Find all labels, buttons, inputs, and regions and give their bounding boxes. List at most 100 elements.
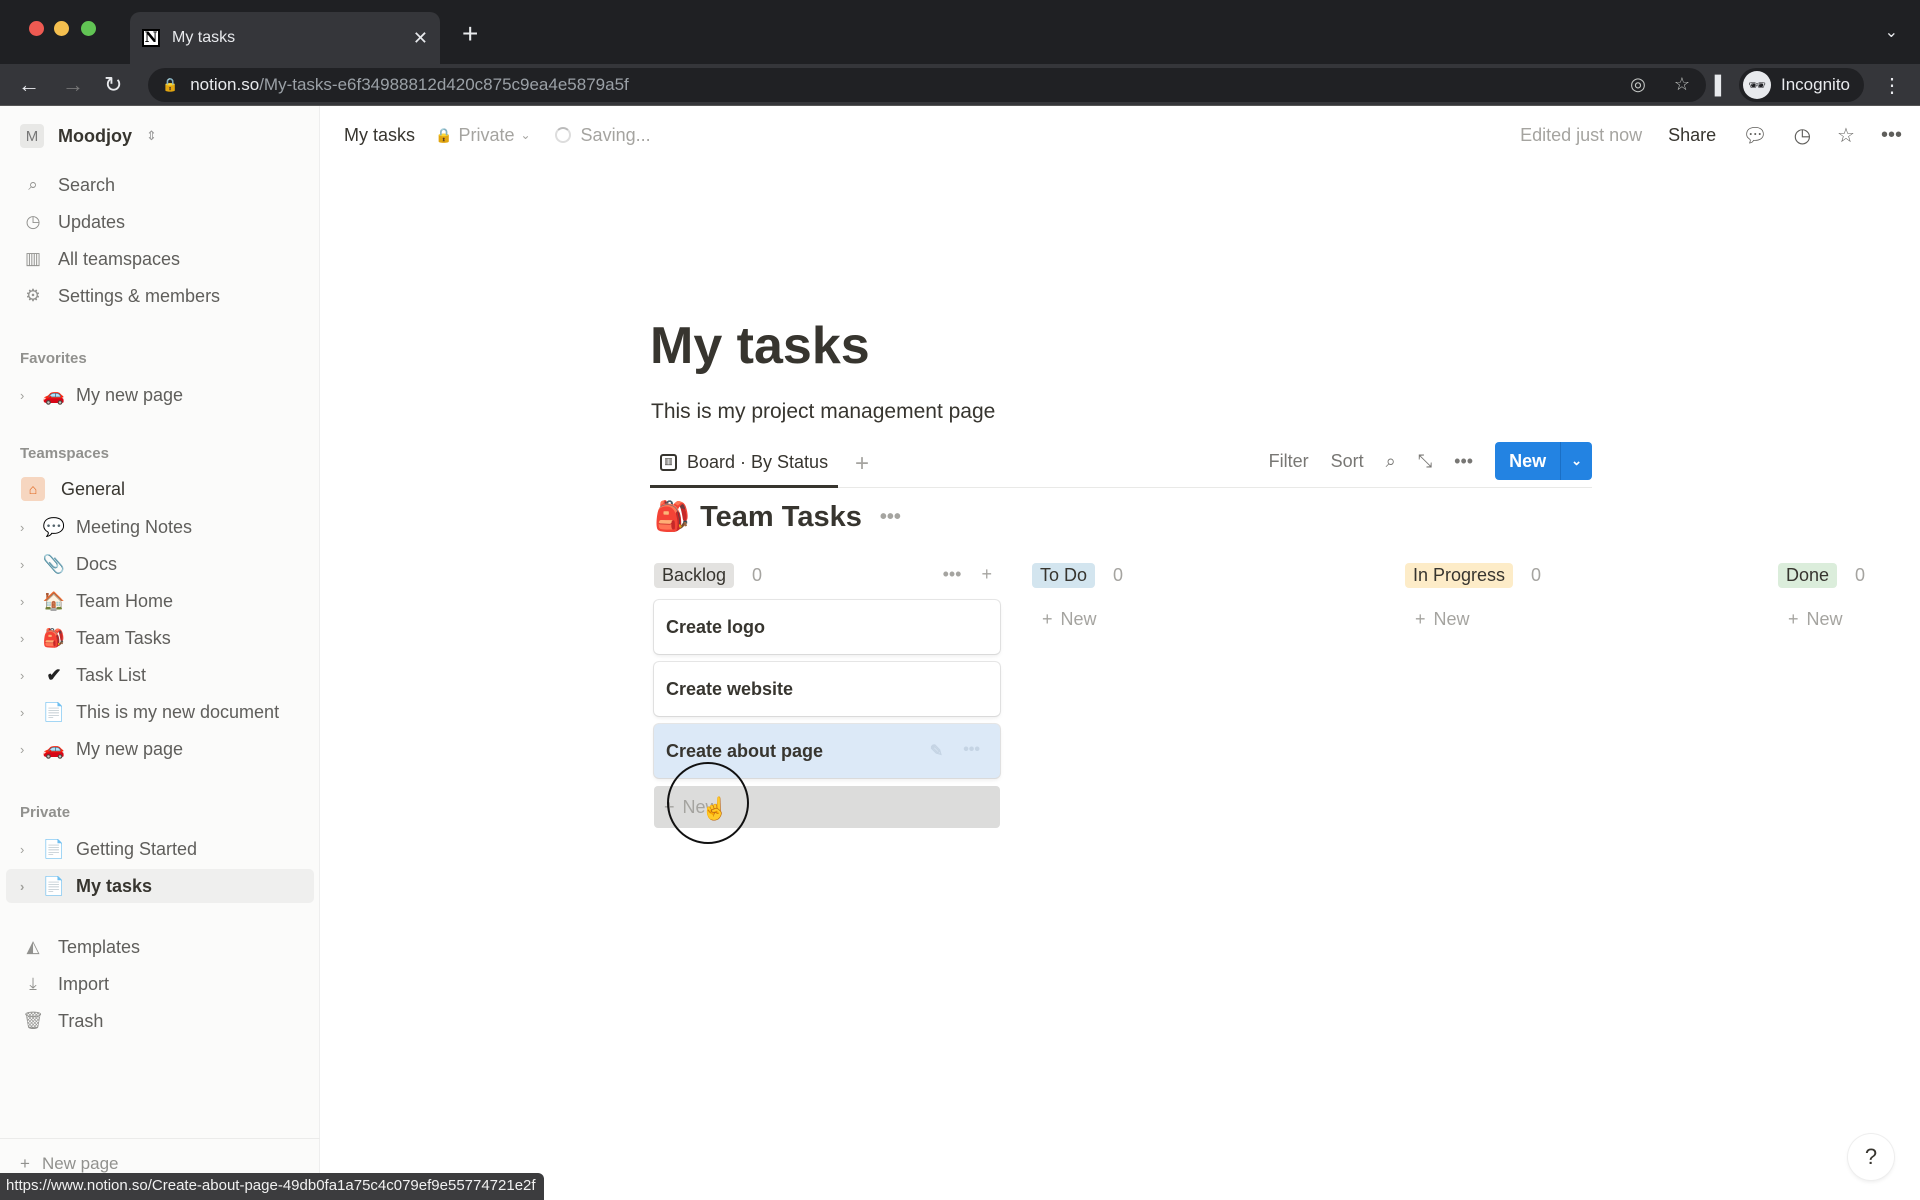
sidebar-teamspace-general[interactable]: ⌂ General bbox=[6, 472, 314, 506]
chevron-right-icon[interactable]: › bbox=[20, 631, 36, 646]
board-card[interactable]: Create website bbox=[654, 662, 1000, 716]
workspace-switcher[interactable]: M Moodjoy ⇕ bbox=[20, 124, 157, 148]
favorite-star-icon[interactable]: ☆ bbox=[1837, 123, 1855, 148]
database-more-icon[interactable]: ••• bbox=[880, 506, 901, 529]
sidebar-favorite-my-new-page[interactable]: › 🚗 My new page bbox=[6, 378, 314, 412]
clock-icon[interactable]: ◷ bbox=[1794, 123, 1811, 148]
sidebar-item-label: My new page bbox=[76, 384, 184, 405]
add-card-plus-icon[interactable]: + bbox=[981, 564, 992, 585]
new-card-button[interactable]: + New bbox=[1032, 598, 1378, 640]
board-card[interactable]: Create about page ✎ ••• bbox=[654, 724, 1000, 778]
sidebar-item-my-new-page[interactable]: › 🚗 My new page bbox=[6, 732, 314, 766]
chevron-right-icon[interactable]: › bbox=[20, 705, 36, 720]
minimize-window-button[interactable] bbox=[54, 21, 69, 36]
new-button[interactable]: New bbox=[1495, 442, 1560, 480]
more-options-icon[interactable]: ••• bbox=[1454, 451, 1473, 472]
sidebar-item-import[interactable]: ⤓ Import bbox=[6, 967, 314, 1001]
status-badge[interactable]: Backlog bbox=[654, 562, 735, 588]
sidebar-item-label: Team Tasks bbox=[76, 627, 171, 648]
card-more-icon[interactable]: ••• bbox=[963, 741, 980, 761]
chevron-right-icon[interactable]: › bbox=[20, 557, 36, 572]
side-panel-icon[interactable]: ▐ bbox=[1708, 75, 1721, 96]
status-badge[interactable]: Done bbox=[1778, 562, 1838, 588]
browser-tab[interactable]: N My tasks ✕ bbox=[130, 12, 440, 64]
chevron-right-icon[interactable]: › bbox=[20, 668, 36, 683]
incognito-icon: 🕶 bbox=[1743, 71, 1771, 99]
sidebar-item-trash[interactable]: 🗑 Trash bbox=[6, 1004, 314, 1038]
browser-menu-icon[interactable]: ⋮ bbox=[1882, 73, 1902, 98]
board-card[interactable]: Create logo bbox=[654, 600, 1000, 654]
chevron-right-icon[interactable]: › bbox=[20, 842, 36, 857]
sidebar-item-templates[interactable]: ◭ Templates bbox=[6, 930, 314, 964]
notion-logo-icon: N bbox=[142, 29, 160, 47]
sidebar-item-updates[interactable]: ◷ Updates bbox=[6, 205, 314, 239]
page-title[interactable]: My tasks bbox=[650, 316, 870, 376]
sidebar-item-search[interactable]: ⌕ Search bbox=[6, 168, 314, 202]
new-card-button[interactable]: + New bbox=[1405, 598, 1751, 640]
sidebar-item-new-document[interactable]: › 📄 This is my new document bbox=[6, 695, 314, 729]
back-arrow-icon[interactable]: ← bbox=[18, 72, 40, 98]
sidebar-item-label: Getting Started bbox=[76, 838, 198, 859]
expand-icon[interactable]: ⤡ bbox=[1418, 451, 1432, 472]
share-button[interactable]: Share bbox=[1668, 125, 1716, 146]
sort-button[interactable]: Sort bbox=[1331, 451, 1364, 472]
page-description[interactable]: This is my project management page bbox=[651, 400, 995, 424]
edit-pencil-icon[interactable]: ✎ bbox=[930, 741, 943, 761]
sidebar-item-task-list[interactable]: › ✔ Task List bbox=[6, 658, 314, 692]
tab-close-icon[interactable]: ✕ bbox=[413, 28, 428, 49]
status-badge[interactable]: To Do bbox=[1032, 562, 1096, 588]
close-window-button[interactable] bbox=[29, 21, 44, 36]
sidebar-item-label: General bbox=[61, 478, 126, 499]
chevron-right-icon[interactable]: › bbox=[20, 594, 36, 609]
sidebar-item-my-tasks[interactable]: › 📄 My tasks bbox=[6, 869, 314, 903]
sidebar-item-label: Updates bbox=[58, 211, 126, 232]
sidebar-item-meeting-notes[interactable]: › 💬 Meeting Notes bbox=[6, 510, 314, 544]
add-view-button[interactable]: + bbox=[855, 450, 869, 478]
url-host: notion.so bbox=[190, 75, 260, 94]
chevron-right-icon[interactable]: › bbox=[20, 520, 36, 535]
board-icon: ▥ bbox=[660, 454, 677, 471]
search-icon[interactable]: ⌕ bbox=[1386, 451, 1396, 472]
new-tab-button[interactable]: + bbox=[462, 18, 478, 50]
sidebar-item-team-home[interactable]: › 🏠 Team Home bbox=[6, 584, 314, 618]
paperclip-icon: 📎 bbox=[42, 553, 66, 574]
breadcrumb[interactable]: My tasks bbox=[344, 125, 415, 146]
privacy-dropdown[interactable]: 🔒 Private ⌄ bbox=[435, 125, 531, 146]
browser-toolbar: ← → ↻ 🔒 notion.so/My-tasks-e6f34988812d4… bbox=[0, 64, 1920, 106]
forward-arrow-icon[interactable]: → bbox=[62, 72, 84, 98]
chevron-right-icon[interactable]: › bbox=[20, 742, 36, 757]
filter-button[interactable]: Filter bbox=[1269, 451, 1309, 472]
tab-search-chevron-icon[interactable]: ⌄ bbox=[1885, 22, 1898, 42]
plus-icon: + bbox=[1042, 608, 1053, 629]
new-page-button[interactable]: + New page bbox=[20, 1154, 119, 1174]
reload-icon[interactable]: ↻ bbox=[104, 72, 122, 98]
sidebar-item-docs[interactable]: › 📎 Docs bbox=[6, 547, 314, 581]
lock-icon: 🔒 bbox=[162, 77, 179, 92]
bookmark-star-icon[interactable]: ☆ bbox=[1674, 74, 1690, 95]
database-view-bar: ▥ Board · By Status + Filter Sort ⌕ ⤡ ••… bbox=[650, 440, 1592, 488]
chevron-right-icon[interactable]: › bbox=[20, 879, 36, 894]
maximize-window-button[interactable] bbox=[81, 21, 96, 36]
address-bar[interactable]: 🔒 notion.so/My-tasks-e6f34988812d420c875… bbox=[148, 68, 1706, 102]
eye-slash-icon[interactable]: ◎ bbox=[1630, 74, 1646, 95]
tab-board-by-status[interactable]: ▥ Board · By Status bbox=[650, 440, 839, 488]
database-title-text[interactable]: Team Tasks bbox=[700, 501, 862, 534]
incognito-profile-button[interactable]: 🕶 Incognito bbox=[1739, 68, 1864, 102]
more-options-icon[interactable]: ••• bbox=[1881, 124, 1902, 147]
comment-icon[interactable]: 💬︎ bbox=[1742, 123, 1767, 148]
new-page-label: New page bbox=[41, 1154, 119, 1173]
sidebar-item-all-teamspaces[interactable]: ▥ All teamspaces bbox=[6, 242, 314, 276]
new-card-button[interactable]: + New bbox=[1778, 598, 1920, 640]
new-card-button[interactable]: + New bbox=[654, 786, 1000, 828]
sidebar-item-getting-started[interactable]: › 📄 Getting Started bbox=[6, 832, 314, 866]
plus-icon: + bbox=[1415, 608, 1426, 629]
chevron-right-icon[interactable]: › bbox=[20, 388, 36, 403]
sidebar-item-team-tasks[interactable]: › 🎒 Team Tasks bbox=[6, 621, 314, 655]
status-badge[interactable]: In Progress bbox=[1405, 562, 1514, 588]
car-icon: 🚗 bbox=[42, 738, 66, 759]
speech-bubble-icon: 💬 bbox=[42, 516, 66, 537]
help-button[interactable]: ? bbox=[1848, 1134, 1894, 1180]
column-more-icon[interactable]: ••• bbox=[943, 564, 962, 585]
sidebar-item-settings[interactable]: ⚙ Settings & members bbox=[6, 279, 314, 313]
chevron-down-icon[interactable]: ⌄ bbox=[1560, 442, 1592, 480]
